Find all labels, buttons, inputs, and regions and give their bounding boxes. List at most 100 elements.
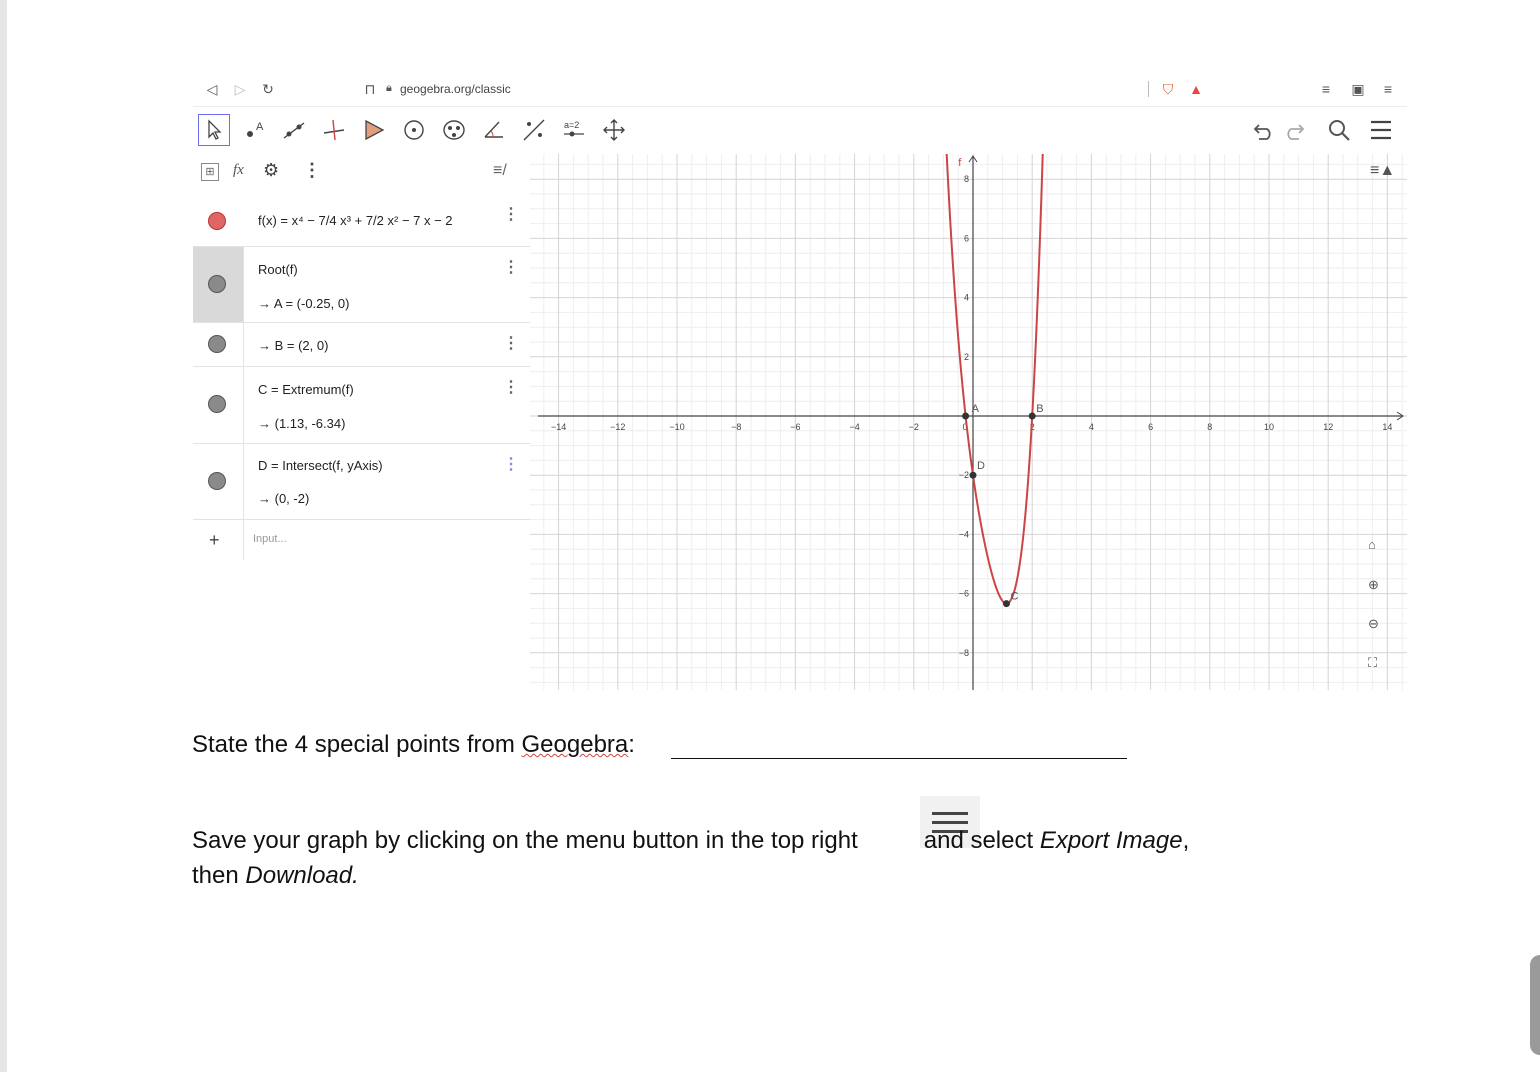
x-tick-label: −10	[669, 422, 684, 432]
search-icon[interactable]	[1323, 114, 1355, 146]
main-menu-icon[interactable]	[1365, 114, 1397, 146]
algebra-header: ⊞ fx ⚙ ⋮ ≡/	[193, 154, 530, 192]
point-d[interactable]	[969, 471, 977, 479]
geogebra-toolbar: A a=2	[193, 108, 1407, 152]
x-tick-label: 6	[1148, 422, 1153, 432]
visibility-toggle-icon[interactable]	[208, 212, 226, 230]
fx-icon[interactable]: fx	[233, 162, 244, 179]
separator	[1148, 81, 1149, 97]
point-label: C	[1010, 591, 1018, 603]
line-tool-icon[interactable]	[278, 114, 310, 146]
question1-suffix: :	[628, 731, 635, 758]
y-tick-label: −4	[959, 529, 969, 539]
polygon-tool-icon[interactable]	[358, 114, 390, 146]
y-tick-label: −6	[959, 589, 969, 599]
add-item-icon[interactable]: +	[209, 530, 220, 551]
undo-icon[interactable]	[1248, 114, 1280, 146]
x-tick-label: 14	[1382, 422, 1392, 432]
zoom-out-icon[interactable]: ⊖	[1368, 616, 1379, 632]
graph-canvas[interactable]: −14 −12 −10 −8 −6 −4 −2 0 2 4 6 8 10 12 148642−2−4−6−8…	[530, 144, 1407, 690]
algebra-row-intersect[interactable]: D = Intersect(f, yAxis) → (0, -2) ⋮	[193, 444, 530, 520]
zoom-in-icon[interactable]: ⊕	[1368, 577, 1379, 593]
algebra-view: ⊞ fx ⚙ ⋮ ≡/ f(x) = x⁴ − 7/4 x³ + 7/2 x² …	[193, 154, 530, 690]
point-tool-icon[interactable]: A	[238, 114, 270, 146]
point-b-result: → B = (2, 0)	[258, 338, 329, 353]
question2-part3: ,	[1182, 827, 1190, 854]
ellipse-tool-icon[interactable]	[438, 114, 470, 146]
brave-shield-icon[interactable]: ⛉	[1159, 80, 1177, 98]
back-icon[interactable]: ◁	[203, 80, 221, 98]
algebra-input-row[interactable]: + Input...	[193, 520, 530, 560]
perpendicular-tool-icon[interactable]	[318, 114, 350, 146]
algebra-row-extremum[interactable]: C = Extremum(f) → (1.13, -6.34) ⋮	[193, 367, 530, 444]
svg-text:a=2: a=2	[564, 120, 579, 130]
forward-icon[interactable]: ▷	[231, 80, 249, 98]
reflect-tool-icon[interactable]	[518, 114, 550, 146]
point-label: B	[1036, 403, 1043, 415]
circle-tool-icon[interactable]	[398, 114, 430, 146]
row-menu-icon[interactable]: ⋮	[503, 204, 519, 224]
y-tick-label: 8	[964, 174, 969, 184]
visibility-toggle-icon[interactable]	[208, 335, 226, 353]
extremum-command: C = Extremum(f)	[258, 382, 354, 397]
svg-text:A: A	[256, 121, 264, 133]
x-tick-label: 10	[1264, 422, 1274, 432]
y-tick-label: 2	[964, 352, 969, 362]
row-menu-icon[interactable]: ⋮	[503, 454, 519, 474]
question-save-graph: Save your graph by clicking on the menu …	[192, 823, 1342, 893]
scrollbar-thumb[interactable]	[1530, 955, 1540, 1055]
settings-gear-icon[interactable]: ⚙	[263, 160, 279, 181]
root-result: → A = (-0.25, 0)	[258, 296, 350, 311]
x-tick-label: −2	[909, 422, 919, 432]
x-tick-label: −14	[551, 422, 566, 432]
address-bar[interactable]: geogebra.org/classic	[400, 82, 511, 96]
function-definition: f(x) = x⁴ − 7/4 x³ + 7/2 x² − 7 x − 2	[258, 213, 453, 228]
x-tick-label: −4	[849, 422, 859, 432]
algebra-row-f[interactable]: f(x) = x⁴ − 7/4 x³ + 7/2 x² − 7 x − 2 ⋮	[193, 196, 530, 247]
playlist-icon[interactable]: ≡	[1317, 80, 1335, 98]
bookmark-icon[interactable]: ⊓	[361, 80, 379, 98]
point-c[interactable]	[1002, 600, 1010, 608]
browser-menu-icon[interactable]: ≡	[1379, 80, 1397, 98]
x-tick-label: −8	[731, 422, 741, 432]
row-menu-icon[interactable]: ⋮	[503, 377, 519, 397]
angle-tool-icon[interactable]	[478, 114, 510, 146]
algebra-sort-icon[interactable]: ⊞	[201, 163, 219, 181]
point-a[interactable]	[962, 412, 970, 420]
rewards-icon[interactable]: ▲	[1187, 80, 1205, 98]
row-menu-icon[interactable]: ⋮	[503, 333, 519, 353]
visibility-toggle-icon[interactable]	[208, 275, 226, 293]
point-label: D	[977, 460, 985, 472]
visibility-toggle-icon[interactable]	[208, 395, 226, 413]
reload-icon[interactable]: ↻	[259, 80, 277, 98]
x-tick-label: −6	[790, 422, 800, 432]
algebra-row-b[interactable]: → B = (2, 0) ⋮	[193, 323, 530, 367]
algebra-more-icon[interactable]: ⋮	[303, 160, 321, 181]
function-label: f	[958, 157, 962, 169]
y-tick-label: −8	[959, 648, 969, 658]
fullscreen-icon[interactable]: ⛶	[1368, 655, 1377, 671]
y-tick-label: 6	[964, 233, 969, 243]
redo-icon[interactable]	[1278, 114, 1310, 146]
move-tool-icon[interactable]	[198, 114, 230, 146]
point-label: A	[972, 403, 980, 415]
style-bar-toggle-icon[interactable]: ≡▲	[1370, 162, 1395, 180]
slider-tool-icon[interactable]: a=2	[558, 114, 590, 146]
algebra-description-toggle-icon[interactable]: ≡/	[493, 162, 507, 180]
row-menu-icon[interactable]: ⋮	[503, 257, 519, 277]
question2-part2: and select	[923, 827, 1040, 854]
answer-line	[671, 758, 1127, 759]
extremum-result: → (1.13, -6.34)	[258, 416, 346, 431]
y-tick-label: −2	[959, 470, 969, 480]
root-command: Root(f)	[258, 262, 298, 277]
visibility-toggle-icon[interactable]	[208, 472, 226, 490]
move-graphics-view-icon[interactable]	[598, 114, 630, 146]
question2-part4: then	[192, 862, 246, 889]
wallet-icon[interactable]: ▣	[1349, 80, 1367, 98]
point-b[interactable]	[1028, 412, 1036, 420]
graphics-view[interactable]: −14 −12 −10 −8 −6 −4 −2 0 2 4 6 8 10 12 14 8 6 4 2 −2 −4 −6 −8…	[530, 144, 1407, 690]
home-view-icon[interactable]: ⌂	[1368, 537, 1376, 552]
x-tick-label: −12	[610, 422, 625, 432]
input-bar[interactable]: Input...	[253, 533, 287, 545]
algebra-row-root[interactable]: Root(f) → A = (-0.25, 0) ⋮	[193, 247, 530, 323]
